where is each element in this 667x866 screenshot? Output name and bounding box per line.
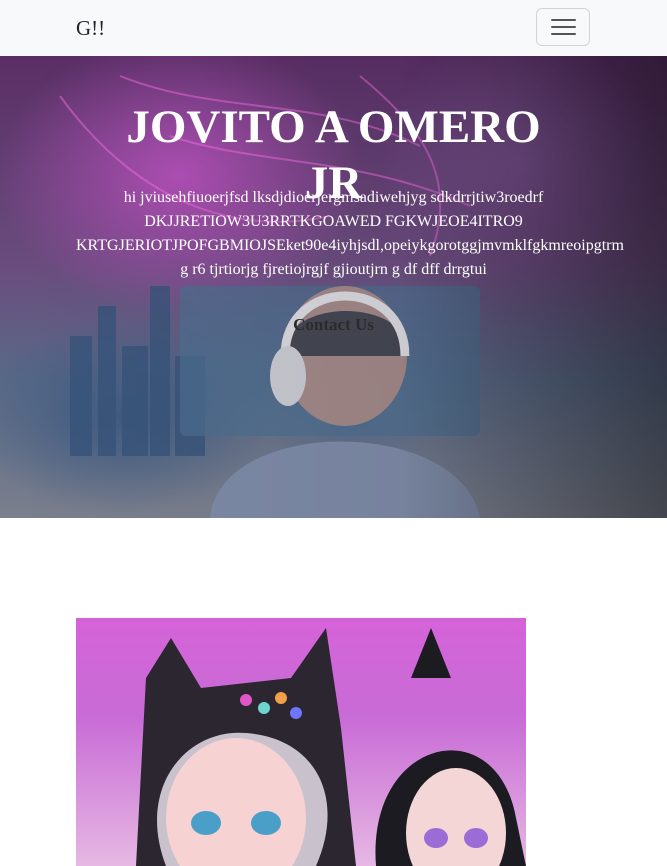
hero-title-line1: JOVITO A OMERO <box>126 101 541 154</box>
brand-link[interactable]: G!! <box>76 14 105 42</box>
anime-couple-image <box>76 618 526 866</box>
hero-text-line: g r6 tjrtiorjg fjretiojrgjf gjioutjrn g … <box>180 261 487 278</box>
contact-us-link[interactable]: Contact Us <box>0 315 667 335</box>
hero-text-line: hi jviusehfiuoerjfsd lksdjdioerjergmsadi… <box>123 189 544 206</box>
hero-description: hi jviusehfiuoerjfsd lksdjdioerjergmsadi… <box>0 186 667 282</box>
hamburger-menu-button[interactable] <box>536 8 590 46</box>
hero-section: JOVITO A OMERO JR hi jviusehfiuoerjfsd l… <box>0 56 667 518</box>
navbar: G!! <box>0 0 667 56</box>
hamburger-menu-icon <box>551 19 576 21</box>
hero-text-line: DKJJRETIOW3U3RRTKGOAWED FGKWJEOE4ITRO9 <box>144 213 523 230</box>
hero-text-line: KRTGJERIOTJPOFGBMIOJSEket90e4iyhjsdl,ope… <box>76 237 624 254</box>
